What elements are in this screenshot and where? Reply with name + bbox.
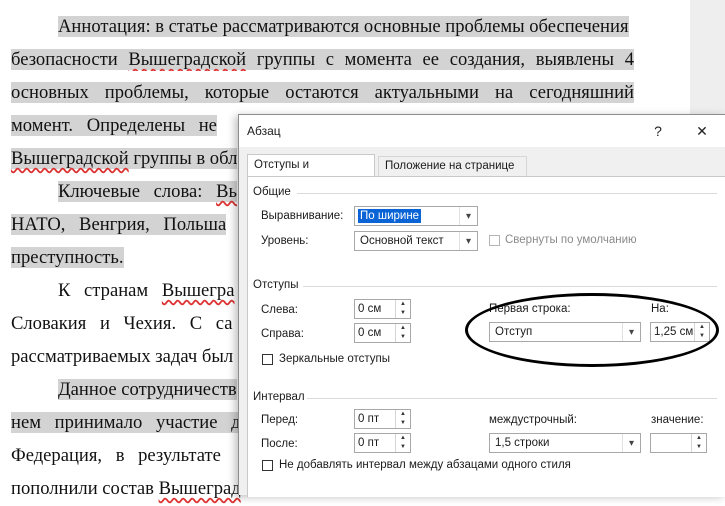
- collapsed-label: Свернуты по умолчанию: [505, 234, 637, 246]
- after-spinner[interactable]: 0 пт ▲ ▼: [354, 433, 411, 453]
- spin-up-icon[interactable]: ▲: [695, 323, 709, 332]
- general-divider: [297, 193, 717, 194]
- spinner-buttons[interactable]: ▲ ▼: [395, 300, 410, 318]
- mirror-indents-checkbox[interactable]: [262, 354, 273, 365]
- dialog-title-bar: Абзац ? ✕: [239, 115, 725, 147]
- spin-down-icon[interactable]: ▼: [692, 443, 706, 452]
- text-run: К странам: [58, 280, 162, 301]
- text-run: нем принимало участие дв: [11, 412, 250, 433]
- spinner-buttons[interactable]: ▲ ▼: [694, 323, 709, 341]
- spin-down-icon[interactable]: ▼: [695, 332, 709, 341]
- no-space-label: Не добавлять интервал между абзацами одн…: [279, 459, 571, 471]
- spacing-divider: [307, 398, 717, 399]
- before-value: 0 пт: [358, 413, 380, 425]
- close-button[interactable]: ✕: [683, 115, 721, 147]
- chevron-down-icon: ▾: [622, 323, 640, 341]
- spin-up-icon[interactable]: ▲: [396, 324, 410, 333]
- level-value: Основной текст: [360, 235, 444, 247]
- spin-up-icon[interactable]: ▲: [396, 434, 410, 443]
- right-indent-spinner[interactable]: 0 см ▲ ▼: [354, 323, 411, 343]
- dialog-tabs: Отступы и интервалы Положение на страниц…: [247, 154, 719, 191]
- text-run: Словакия и Чехия. С са: [11, 313, 233, 334]
- misspelled-word: Вышегра: [161, 280, 235, 301]
- right-indent-value: 0 см: [358, 327, 382, 339]
- tab-indents-spacing[interactable]: Отступы и интервалы: [247, 154, 375, 191]
- spinner-buttons[interactable]: ▲ ▼: [395, 434, 410, 452]
- text-run: преступность.: [11, 247, 124, 268]
- spin-up-icon[interactable]: ▲: [396, 300, 410, 309]
- dialog-title: Абзац: [247, 124, 281, 138]
- first-line-value: Отступ: [495, 326, 533, 338]
- spin-up-icon[interactable]: ▲: [396, 410, 410, 419]
- document-line: Аннотация: в статье рассматриваются осно…: [0, 11, 690, 44]
- text-run: безопасности: [11, 49, 129, 70]
- spinner-buttons[interactable]: ▲ ▼: [395, 410, 410, 428]
- line-spacing-value: 1,5 строки: [495, 437, 550, 449]
- text-run: момент. Определены не: [11, 115, 217, 136]
- misspelled-word: Вышеградской: [128, 49, 247, 70]
- at-label: значение:: [651, 414, 704, 426]
- tab-line-page-breaks[interactable]: Положение на странице: [378, 156, 527, 176]
- general-heading: Общие: [253, 186, 291, 198]
- at-spinner[interactable]: ▲ ▼: [650, 433, 707, 453]
- chevron-down-icon: ▾: [622, 434, 640, 452]
- misspelled-word: Вышеград: [158, 478, 241, 499]
- spin-down-icon[interactable]: ▼: [396, 333, 410, 342]
- chevron-down-icon: ▾: [459, 207, 477, 225]
- document-line: основных проблемы, которые остаются акту…: [0, 77, 690, 110]
- text-run: Ключевые слова:: [58, 181, 217, 202]
- mirror-indents-label: Зеркальные отступы: [279, 353, 390, 365]
- alignment-select[interactable]: По ширине ▾: [354, 206, 478, 226]
- text-run: группы с момента ее создания, выявлены 4: [246, 49, 634, 70]
- misspelled-word: Вышеградской: [11, 148, 129, 169]
- before-spinner[interactable]: 0 пт ▲ ▼: [354, 409, 411, 429]
- left-indent-value: 0 см: [358, 303, 382, 315]
- spacing-heading: Интервал: [253, 391, 305, 403]
- text-run: НАТО, Венгрия, Польша: [11, 214, 227, 235]
- after-label: После:: [261, 438, 298, 450]
- spinner-buttons[interactable]: ▲ ▼: [691, 434, 706, 452]
- text-run: группы в обл: [128, 148, 238, 169]
- first-line-select[interactable]: Отступ ▾: [489, 322, 641, 342]
- level-select[interactable]: Основной текст ▾: [354, 231, 478, 251]
- left-indent-label: Слева:: [261, 304, 298, 316]
- after-value: 0 пт: [358, 437, 380, 449]
- text-run: Федерация, в результате: [11, 445, 221, 466]
- document-line: безопасности Вышеградской группы с момен…: [0, 44, 690, 77]
- text-run: Аннотация: в статье рассматриваются осно…: [58, 16, 629, 37]
- spin-up-icon[interactable]: ▲: [692, 434, 706, 443]
- right-indent-label: Справа:: [261, 328, 304, 340]
- collapsed-checkbox[interactable]: [489, 235, 500, 246]
- text-run: рассматриваемых задач был: [11, 346, 234, 367]
- level-label: Уровень:: [261, 235, 309, 247]
- spin-down-icon[interactable]: ▼: [396, 309, 410, 318]
- first-line-label: Первая строка:: [489, 303, 571, 315]
- alignment-label: Выравнивание:: [261, 210, 344, 222]
- spinner-buttons[interactable]: ▲ ▼: [395, 324, 410, 342]
- indents-heading: Отступы: [253, 279, 299, 291]
- left-indent-spinner[interactable]: 0 см ▲ ▼: [354, 299, 411, 319]
- no-space-checkbox[interactable]: [262, 460, 273, 471]
- spin-down-icon[interactable]: ▼: [396, 443, 410, 452]
- text-run: пополнили состав: [11, 478, 159, 499]
- by-label: На:: [651, 303, 669, 315]
- help-button[interactable]: ?: [639, 115, 677, 147]
- alignment-value: По ширине: [358, 209, 422, 223]
- first-line-by-value: 1,25 см: [654, 326, 694, 338]
- indents-divider: [303, 286, 717, 287]
- paragraph-dialog: Абзац ? ✕ Отступы и интервалы Положение …: [238, 114, 725, 497]
- before-label: Перед:: [261, 414, 299, 426]
- spin-down-icon[interactable]: ▼: [396, 419, 410, 428]
- text-run: Данное сотрудничеств: [58, 379, 237, 400]
- chevron-down-icon: ▾: [459, 232, 477, 250]
- line-spacing-select[interactable]: 1,5 строки ▾: [489, 433, 641, 453]
- line-spacing-label: междустрочный:: [489, 414, 577, 426]
- text-run: основных проблемы, которые остаются акту…: [11, 82, 634, 103]
- first-line-by-spinner[interactable]: 1,25 см ▲ ▼: [650, 322, 710, 342]
- misspelled-word: Вь: [216, 181, 237, 202]
